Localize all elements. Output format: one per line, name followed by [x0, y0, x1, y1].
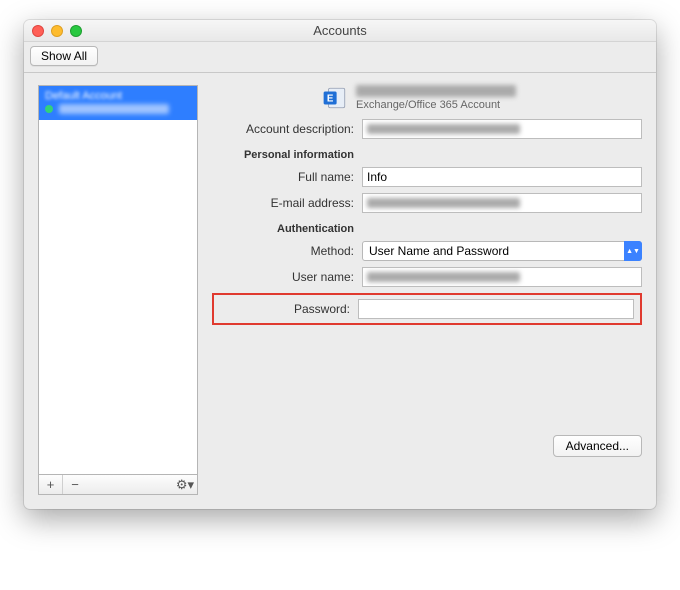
row-account-description: Account description: [212, 119, 642, 139]
method-select-wrap[interactable]: ▲▼ [362, 241, 642, 261]
label-full-name: Full name: [212, 170, 362, 184]
row-email: E-mail address: [212, 193, 642, 213]
full-name-input[interactable] [362, 167, 642, 187]
row-full-name: Full name: [212, 167, 642, 187]
label-email: E-mail address: [212, 196, 362, 210]
remove-account-button[interactable]: − [63, 475, 87, 494]
account-subline [45, 104, 191, 114]
email-input[interactable] [362, 193, 642, 213]
user-name-input[interactable] [362, 267, 642, 287]
accounts-window: Accounts Show All Default Account + − [24, 20, 656, 509]
select-arrows-icon: ▲▼ [624, 241, 642, 261]
svg-text:E: E [327, 93, 334, 104]
method-select[interactable] [362, 241, 642, 261]
label-user-name: User name: [212, 270, 362, 284]
label-password: Password: [220, 302, 358, 316]
advanced-button[interactable]: Advanced... [553, 435, 642, 457]
row-password-highlighted: Password: [212, 293, 642, 325]
titlebar: Accounts [24, 20, 656, 42]
password-input[interactable] [358, 299, 634, 319]
account-settings-button[interactable]: ⚙︎▾ [173, 475, 197, 494]
row-method: Method: ▲▼ [212, 241, 642, 261]
section-personal-information: Personal information [212, 149, 362, 161]
toolbar: Show All [24, 42, 656, 73]
row-user-name: User name: [212, 267, 642, 287]
account-description-input[interactable] [362, 119, 642, 139]
account-list[interactable]: Default Account [38, 85, 198, 475]
account-type-label: Exchange/Office 365 Account [356, 99, 516, 111]
label-method: Method: [212, 244, 362, 258]
account-display-name-redacted [356, 85, 516, 97]
content-area: Default Account + − ⚙︎▾ [24, 73, 656, 509]
account-detail-panel: E Exchange/Office 365 Account Account de… [212, 85, 642, 495]
account-name: Default Account [45, 90, 191, 102]
status-indicator-icon [45, 105, 53, 113]
accounts-sidebar: Default Account + − ⚙︎▾ [38, 85, 198, 495]
window-title: Accounts [24, 23, 656, 38]
show-all-button[interactable]: Show All [30, 46, 98, 66]
sidebar-footer: + − ⚙︎▾ [38, 475, 198, 495]
add-account-button[interactable]: + [39, 475, 63, 494]
account-header: E Exchange/Office 365 Account [322, 85, 642, 111]
advanced-row: Advanced... [212, 435, 642, 457]
account-email-redacted [59, 104, 169, 114]
section-authentication: Authentication [212, 223, 362, 235]
label-account-description: Account description: [212, 122, 362, 136]
account-list-item[interactable]: Default Account [39, 86, 197, 120]
exchange-icon: E [322, 85, 348, 111]
